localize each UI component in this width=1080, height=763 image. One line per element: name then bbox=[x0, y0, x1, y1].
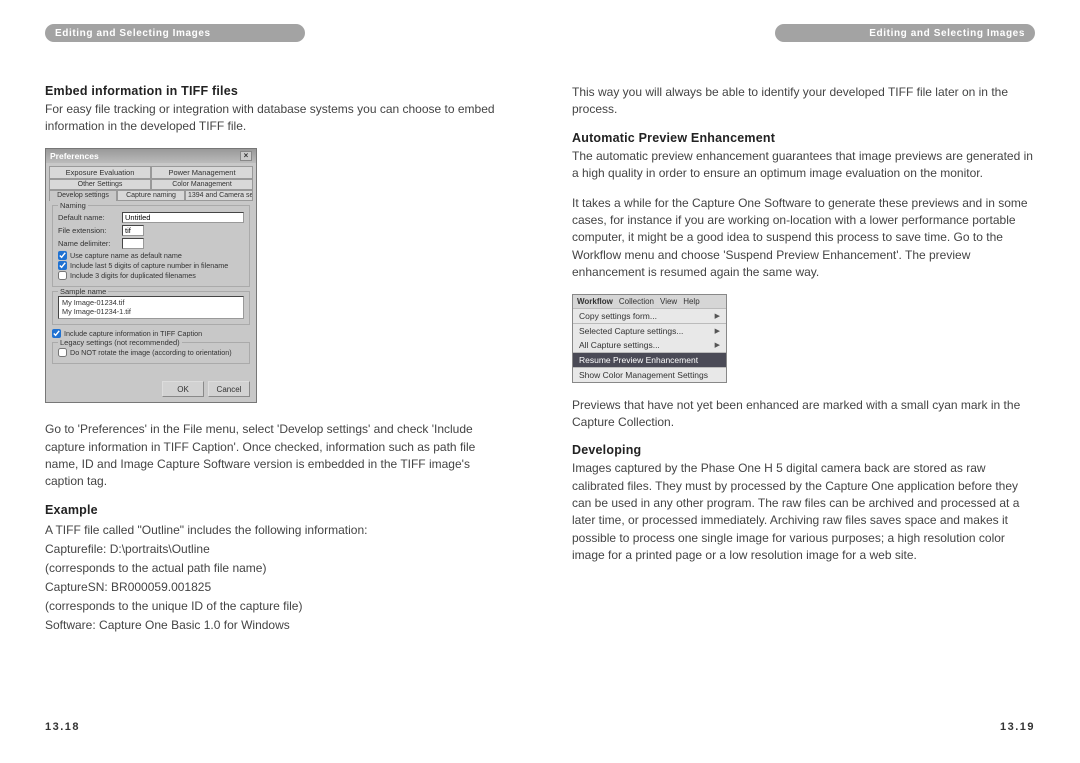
name-delim-input[interactable] bbox=[122, 238, 144, 249]
dev-title: Developing bbox=[572, 443, 1035, 457]
header-left: Editing and Selecting Images bbox=[45, 24, 305, 42]
menu-all-capture[interactable]: All Capture settings... ▶ bbox=[573, 338, 726, 352]
ex-l1: A TIFF file called "Outline" includes th… bbox=[45, 521, 508, 539]
ex-l5: (corresponds to the unique ID of the cap… bbox=[45, 597, 508, 615]
page-number-left: 13.18 bbox=[45, 721, 80, 733]
menu-help[interactable]: Help bbox=[683, 297, 699, 306]
auto-p1: The automatic preview enhancement guaran… bbox=[572, 148, 1035, 183]
menu-bar: Workflow Collection View Help bbox=[573, 295, 726, 309]
sample-fieldset: Sample name My Image-01234.tif My Image-… bbox=[52, 291, 250, 326]
menu-resume-preview-label: Resume Preview Enhancement bbox=[579, 355, 698, 365]
chk4-label: Include capture information in TIFF Capt… bbox=[64, 329, 202, 338]
menu-selected-capture[interactable]: Selected Capture settings... ▶ bbox=[573, 323, 726, 338]
legacy-fieldset: Legacy settings (not recommended) Do NOT… bbox=[52, 342, 250, 364]
auto-p3: Previews that have not yet been enhanced… bbox=[572, 397, 1035, 432]
chk-use-capture-name[interactable] bbox=[58, 251, 67, 260]
naming-label: Naming bbox=[58, 201, 88, 210]
header-right: Editing and Selecting Images bbox=[775, 24, 1035, 42]
tab-other-settings[interactable]: Other Settings bbox=[49, 179, 151, 190]
naming-fieldset: Naming Default name: File extension: Nam… bbox=[52, 205, 250, 287]
chk5-label: Do NOT rotate the image (according to or… bbox=[70, 348, 232, 357]
legacy-label: Legacy settings (not recommended) bbox=[58, 338, 182, 347]
file-ext-label: File extension: bbox=[58, 226, 118, 235]
tab-capture-naming[interactable]: Capture naming bbox=[117, 190, 185, 201]
sample-label: Sample name bbox=[58, 287, 108, 296]
chk-include-tiff-caption[interactable] bbox=[52, 329, 61, 338]
chk2-label: Include last 5 digits of capture number … bbox=[70, 261, 228, 270]
page-left: Editing and Selecting Images Embed infor… bbox=[0, 0, 540, 763]
chevron-right-icon: ▶ bbox=[715, 312, 720, 320]
file-ext-input[interactable] bbox=[122, 225, 144, 236]
ex-l2: Capturefile: D:\portraits\Outline bbox=[45, 540, 508, 558]
menu-all-capture-label: All Capture settings... bbox=[579, 340, 660, 350]
prefs-title-text: Preferences bbox=[50, 151, 99, 161]
workflow-menu: Workflow Collection View Help Copy setti… bbox=[572, 294, 727, 383]
right-p0: This way you will always be able to iden… bbox=[572, 84, 1035, 119]
chk-include-5digits[interactable] bbox=[58, 261, 67, 270]
default-name-label: Default name: bbox=[58, 213, 118, 222]
chk3-label: Include 3 digits for duplicated filename… bbox=[70, 271, 196, 280]
tab-color-management[interactable]: Color Management bbox=[151, 179, 253, 190]
chevron-right-icon: ▶ bbox=[715, 327, 720, 335]
embed-title: Embed information in TIFF files bbox=[45, 84, 508, 98]
chk-include-3digits[interactable] bbox=[58, 271, 67, 280]
cancel-button[interactable]: Cancel bbox=[208, 381, 250, 397]
menu-workflow[interactable]: Workflow bbox=[577, 297, 613, 306]
menu-copy-settings[interactable]: Copy settings form... ▶ bbox=[573, 309, 726, 323]
menu-collection[interactable]: Collection bbox=[619, 297, 654, 306]
prefs-titlebar: Preferences × bbox=[46, 149, 256, 163]
dev-p1: Images captured by the Phase One H 5 dig… bbox=[572, 460, 1035, 564]
tab-exposure-evaluation[interactable]: Exposure Evaluation bbox=[49, 166, 151, 179]
prefs-tabs-row2: Other Settings Color Management bbox=[46, 179, 256, 190]
name-delim-label: Name delimiter: bbox=[58, 239, 118, 248]
close-icon[interactable]: × bbox=[240, 151, 252, 161]
default-name-input[interactable] bbox=[122, 212, 244, 223]
tab-power-management[interactable]: Power Management bbox=[151, 166, 253, 179]
chevron-right-icon: ▶ bbox=[715, 341, 720, 349]
tab-develop-settings[interactable]: Develop settings bbox=[49, 190, 117, 201]
chk-no-rotate[interactable] bbox=[58, 348, 67, 357]
sample-box: My Image-01234.tif My Image-01234-1.tif bbox=[58, 296, 244, 320]
example-block: A TIFF file called "Outline" includes th… bbox=[45, 521, 508, 634]
ex-l3: (corresponds to the actual path file nam… bbox=[45, 559, 508, 577]
menu-resume-preview-enhancement[interactable]: Resume Preview Enhancement bbox=[573, 352, 726, 367]
menu-show-color-mgmt-label: Show Color Management Settings bbox=[579, 370, 708, 380]
example-title: Example bbox=[45, 503, 508, 517]
menu-selected-capture-label: Selected Capture settings... bbox=[579, 326, 683, 336]
auto-title: Automatic Preview Enhancement bbox=[572, 131, 1035, 145]
ex-l4: CaptureSN: BR000059.001825 bbox=[45, 578, 508, 596]
preferences-dialog: Preferences × Exposure Evaluation Power … bbox=[45, 148, 257, 404]
embed-p2: Go to 'Preferences' in the File menu, se… bbox=[45, 421, 508, 491]
embed-p1: For easy file tracking or integration wi… bbox=[45, 101, 508, 136]
ex-l6: Software: Capture One Basic 1.0 for Wind… bbox=[45, 616, 508, 634]
prefs-tabs-row3: Develop settings Capture naming 1394 and… bbox=[46, 190, 256, 201]
sample2: My Image-01234-1.tif bbox=[62, 308, 240, 317]
menu-copy-settings-label: Copy settings form... bbox=[579, 311, 657, 321]
page-right: Editing and Selecting Images This way yo… bbox=[540, 0, 1080, 763]
chk1-label: Use capture name as default name bbox=[70, 251, 182, 260]
auto-p2: It takes a while for the Capture One Sof… bbox=[572, 195, 1035, 282]
tab-1394-camera[interactable]: 1394 and Camera settings bbox=[185, 190, 253, 201]
ok-button[interactable]: OK bbox=[162, 381, 204, 397]
menu-view[interactable]: View bbox=[660, 297, 677, 306]
menu-show-color-mgmt[interactable]: Show Color Management Settings bbox=[573, 367, 726, 382]
prefs-tabs-row1: Exposure Evaluation Power Management bbox=[46, 163, 256, 179]
page-number-right: 13.19 bbox=[1000, 721, 1035, 733]
